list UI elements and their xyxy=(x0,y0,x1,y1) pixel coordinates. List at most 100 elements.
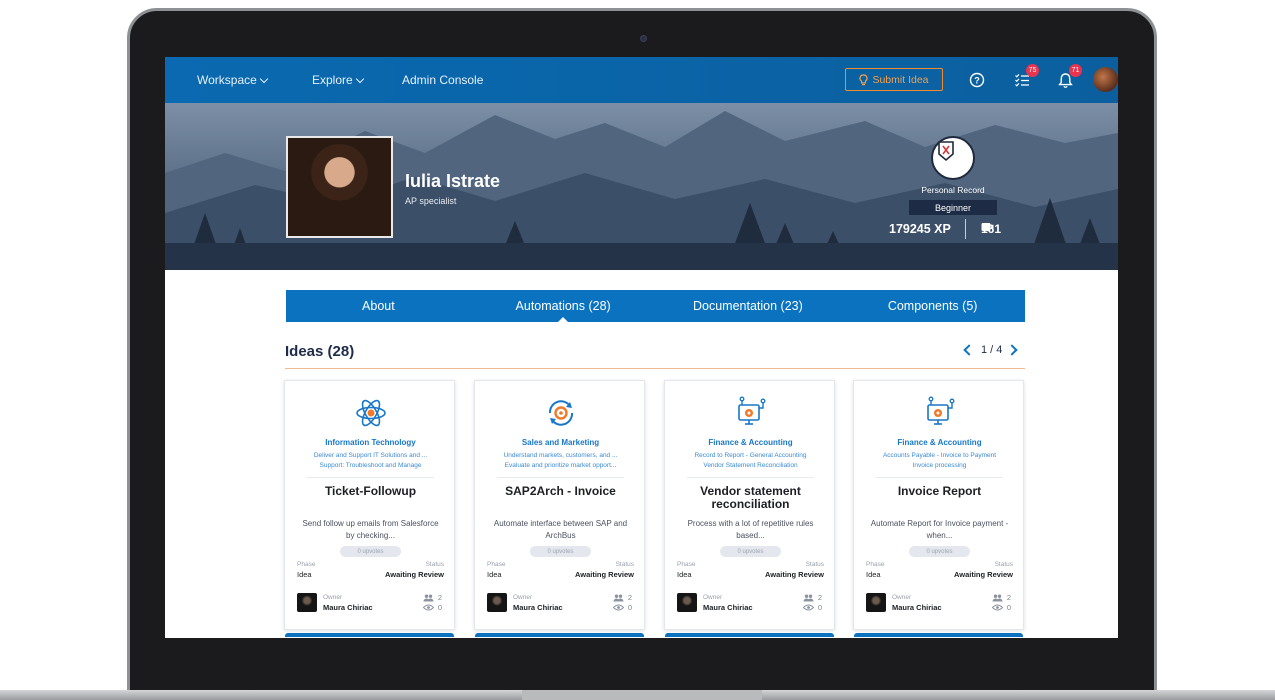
users-icon xyxy=(992,594,1003,601)
owner-avatar xyxy=(297,593,317,612)
collaborators-count: 2 xyxy=(817,593,822,602)
card-description: Automate Report for Invoice payment - wh… xyxy=(870,519,1009,540)
owner-name[interactable]: Maura Chiriac xyxy=(323,603,373,612)
profile-banner: Iulia Istrate AP specialist Personal Rec… xyxy=(165,103,1118,270)
tasks-badge: 75 xyxy=(1026,64,1039,77)
collaborators-count: 2 xyxy=(627,593,632,602)
owner-avatar xyxy=(677,593,697,612)
upvotes-pill[interactable]: 0 upvotes xyxy=(909,546,970,557)
owner-name[interactable]: Maura Chiriac xyxy=(892,603,942,612)
tab-components[interactable]: Components (5) xyxy=(840,290,1025,322)
phase-value: Idea xyxy=(866,570,881,579)
card-title: Ticket-Followup xyxy=(324,484,417,498)
nav-explore[interactable]: Explore xyxy=(312,73,364,87)
upvotes-pill[interactable]: 0 upvotes xyxy=(720,546,781,557)
laptop-hinge xyxy=(522,690,762,700)
views-count: 0 xyxy=(627,603,632,612)
user-avatar[interactable] xyxy=(1093,67,1118,92)
submit-idea-button[interactable]: Submit Idea xyxy=(845,68,943,91)
phase-value: Idea xyxy=(487,570,502,579)
phase-label: Phase xyxy=(297,561,316,568)
phase-value: Idea xyxy=(677,570,692,579)
chevron-left-icon[interactable] xyxy=(963,344,975,356)
nav-explore-label: Explore xyxy=(312,73,353,87)
phase-label: Phase xyxy=(866,561,885,568)
ideas-title: Ideas (28) xyxy=(285,343,355,360)
owner-name[interactable]: Maura Chiriac xyxy=(513,603,563,612)
idea-card-3[interactable]: Finance & Accounting Record to Report - … xyxy=(664,380,835,637)
status-value: Awaiting Review xyxy=(384,570,444,579)
users-icon xyxy=(613,594,624,601)
help-button[interactable]: ? xyxy=(966,69,988,91)
owner-label: Owner xyxy=(513,594,533,601)
views-stat: 0 xyxy=(802,603,822,612)
owner-avatar xyxy=(866,593,886,612)
card-subcategory: Accounts Payable - Invoice to Payment In… xyxy=(882,452,997,469)
collaborators-stat: 2 xyxy=(803,593,822,602)
video-count: 161 xyxy=(981,222,1001,236)
pager-label: 1 / 4 xyxy=(981,344,1003,356)
upvotes-pill[interactable]: 0 upvotes xyxy=(340,546,401,557)
idea-card-1[interactable]: Information Technology Deliver and Suppo… xyxy=(284,380,455,637)
notifications-badge: 71 xyxy=(1069,64,1082,77)
status-label: Status xyxy=(425,561,444,568)
nav-workspace-label: Workspace xyxy=(197,73,257,87)
video-icon xyxy=(981,223,994,231)
card-divider xyxy=(307,477,434,478)
card-divider xyxy=(687,477,814,478)
eye-icon xyxy=(422,604,434,611)
chevron-down-icon xyxy=(259,74,269,83)
eye-icon xyxy=(802,604,814,611)
tab-automations[interactable]: Automations (28) xyxy=(471,290,656,323)
upvotes-pill[interactable]: 0 upvotes xyxy=(530,546,591,557)
collaborators-stat: 2 xyxy=(992,593,1011,602)
card-description: Send follow up emails from Salesforce by… xyxy=(302,519,439,540)
eye-icon xyxy=(612,604,624,611)
card-divider xyxy=(497,477,624,478)
card-description: Automate interface between SAP and ArchB… xyxy=(493,519,628,540)
card-subcategory: Understand markets, customers, and ... E… xyxy=(503,452,618,469)
ideas-pager: 1 / 4 xyxy=(963,344,1019,356)
profile-photo xyxy=(286,136,393,238)
owner-label: Owner xyxy=(892,594,912,601)
tasks-button[interactable]: 75 xyxy=(1011,64,1039,91)
card-category: Sales and Marketing xyxy=(521,438,600,447)
tab-about[interactable]: About xyxy=(286,290,471,322)
atom-icon xyxy=(354,396,388,430)
card-accent-bar xyxy=(665,633,834,637)
lightbulb-icon xyxy=(859,73,869,85)
chevron-right-icon[interactable] xyxy=(1006,344,1019,356)
notifications-button[interactable]: 71 xyxy=(1054,64,1082,91)
card-accent-bar xyxy=(285,633,454,637)
status-value: Awaiting Review xyxy=(574,570,634,579)
owner-label: Owner xyxy=(703,594,723,601)
card-category: Finance & Accounting xyxy=(897,438,982,447)
card-category: Information Technology xyxy=(325,438,416,447)
card-title: Vendor statement reconciliation xyxy=(700,484,801,511)
idea-card-4[interactable]: Finance & Accounting Accounts Payable - … xyxy=(853,380,1024,637)
xp-divider xyxy=(965,219,966,239)
profile-role: AP specialist xyxy=(405,196,457,206)
card-title: Invoice Report xyxy=(897,484,982,498)
atom-icon xyxy=(356,399,386,427)
level-badge: Beginner xyxy=(909,200,997,215)
status-label: Status xyxy=(994,561,1013,568)
nav-admin-console[interactable]: Admin Console xyxy=(402,73,483,87)
chevron-down-icon xyxy=(355,74,364,83)
card-accent-bar xyxy=(854,633,1023,637)
badge-emblem-icon xyxy=(938,141,954,162)
tab-documentation[interactable]: Documentation (23) xyxy=(656,290,841,322)
owner-name[interactable]: Maura Chiriac xyxy=(703,603,753,612)
views-count: 0 xyxy=(1006,603,1011,612)
views-count: 0 xyxy=(817,603,822,612)
idea-card-2[interactable]: Sales and Marketing Understand markets, … xyxy=(474,380,645,637)
card-divider xyxy=(876,477,1003,478)
refresh-target-icon xyxy=(548,400,574,426)
owner-avatar xyxy=(487,593,507,612)
card-subcategory: Record to Report - General Accounting Ve… xyxy=(694,452,807,469)
nav-workspace[interactable]: Workspace xyxy=(197,73,269,87)
users-icon xyxy=(423,594,434,601)
refresh-target-icon xyxy=(544,396,578,430)
screen-bezel-bottom xyxy=(165,638,1118,668)
status-label: Status xyxy=(805,561,824,568)
